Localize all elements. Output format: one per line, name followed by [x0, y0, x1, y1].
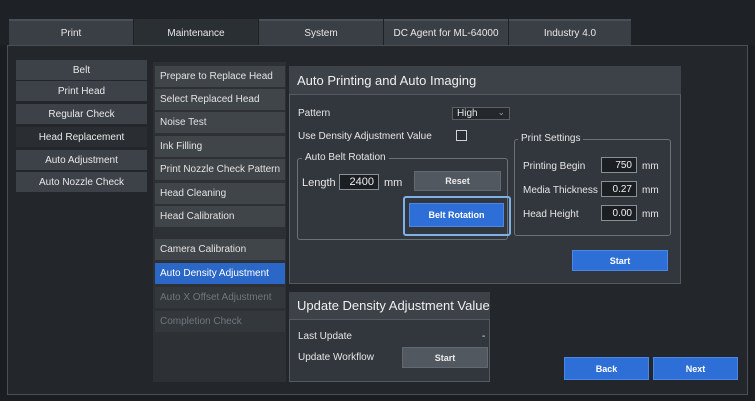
menu-item-noise-test[interactable]: Noise Test — [155, 112, 285, 133]
update-start-button[interactable]: Start — [402, 347, 488, 368]
length-input[interactable]: 2400 — [339, 174, 379, 190]
chevron-down-icon: ⌄ — [497, 107, 505, 117]
menu-item-print-nozzle-check[interactable]: Print Nozzle Check Pattern — [155, 159, 285, 180]
menu-item-auto-density-adjustment[interactable]: Auto Density Adjustment — [155, 263, 285, 284]
menu-item-head-cleaning[interactable]: Head Cleaning — [155, 183, 285, 204]
back-button[interactable]: Back — [564, 357, 649, 380]
belt-rotation-button[interactable]: Belt Rotation — [409, 203, 504, 227]
sidebar-item-head-replacement[interactable]: Head Replacement — [16, 127, 147, 147]
media-thickness-input[interactable]: 0.27 — [601, 181, 637, 197]
use-density-checkbox[interactable] — [456, 130, 467, 141]
sidebar-item-auto-adjustment[interactable]: Auto Adjustment — [16, 150, 147, 170]
tab-system[interactable]: System — [259, 19, 383, 45]
menu-item-auto-x-offset: Auto X Offset Adjustment — [155, 287, 285, 308]
menu-item-completion-check: Completion Check — [155, 311, 285, 332]
auto-printing-title: Auto Printing and Auto Imaging — [289, 66, 681, 95]
sidebar-item-auto-nozzle-check[interactable]: Auto Nozzle Check — [16, 172, 147, 192]
printing-begin-unit: mm — [642, 161, 659, 172]
tab-print[interactable]: Print — [9, 19, 133, 45]
sidebar-item-regular-check[interactable]: Regular Check — [16, 104, 147, 124]
pattern-value: High — [457, 108, 478, 119]
menu-item-select-replaced-head[interactable]: Select Replaced Head — [155, 89, 285, 110]
last-update-label: Last Update — [298, 331, 352, 342]
tab-maintenance[interactable]: Maintenance — [134, 19, 258, 45]
auto-belt-rotation-title: Auto Belt Rotation — [302, 152, 389, 163]
update-density-title: Update Density Adjustment Value — [289, 292, 490, 320]
menu-item-camera-calibration[interactable]: Camera Calibration — [155, 239, 285, 260]
sidebar-item-print-head[interactable]: Print Head — [16, 81, 147, 101]
menu-item-ink-filling[interactable]: Ink Filling — [155, 136, 285, 157]
length-label: Length — [302, 177, 336, 189]
length-unit: mm — [384, 177, 403, 189]
menu-item-prepare-replace-head[interactable]: Prepare to Replace Head — [155, 66, 285, 87]
update-workflow-label: Update Workflow — [298, 352, 374, 363]
tab-industry-4[interactable]: Industry 4.0 — [509, 19, 631, 45]
media-thickness-label: Media Thickness — [523, 185, 598, 196]
start-print-button[interactable]: Start — [572, 250, 668, 271]
reset-button[interactable]: Reset — [414, 171, 501, 191]
tab-dc-agent[interactable]: DC Agent for ML-64000 — [384, 19, 508, 45]
head-height-unit: mm — [642, 209, 659, 220]
next-button[interactable]: Next — [653, 357, 738, 380]
head-height-label: Head Height — [523, 209, 579, 220]
printing-begin-input[interactable]: 750 — [601, 157, 637, 173]
media-thickness-unit: mm — [642, 185, 659, 196]
print-settings-title: Print Settings — [518, 133, 584, 144]
printing-begin-label: Printing Begin — [523, 161, 586, 172]
use-density-label: Use Density Adjustment Value — [298, 131, 432, 142]
last-update-value: - — [482, 331, 486, 342]
sidebar-item-belt[interactable]: Belt — [16, 60, 147, 80]
menu-item-head-calibration[interactable]: Head Calibration — [155, 206, 285, 227]
head-height-input[interactable]: 0.00 — [601, 205, 637, 221]
pattern-label: Pattern — [298, 108, 331, 119]
pattern-select[interactable]: High ⌄ — [452, 107, 510, 120]
